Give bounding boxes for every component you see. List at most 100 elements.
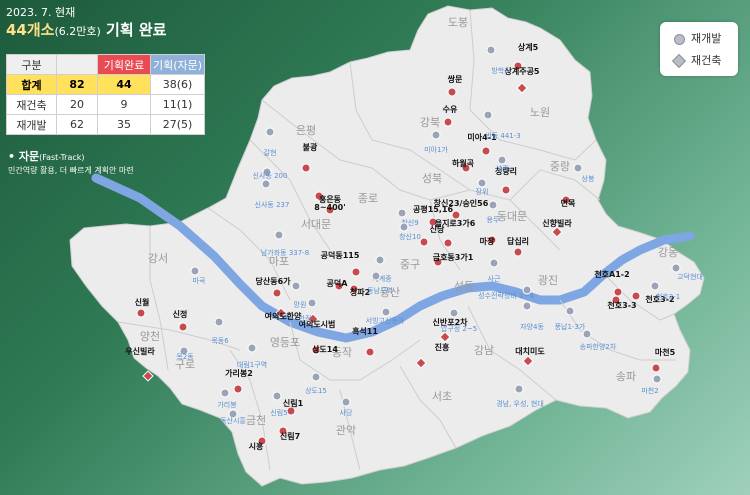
circle-icon [261,179,271,189]
district-label: 은평 [296,124,316,137]
site-label-advisory: 창신10 [399,232,421,241]
district-label: 동대문 [497,210,527,223]
district-label: 중랑 [550,160,570,173]
circle-icon [477,178,487,188]
circle-icon [497,155,507,165]
stats-cell-label: 재건축 [6,94,57,115]
legend-item-redevelopment: 재개발 [674,30,721,46]
site-label-advisory: 번동 441-3 [485,131,520,140]
district-label: 영등포 [270,336,300,349]
district-label: 성동 [454,280,474,293]
circle-icon [301,163,311,173]
site-label-done: 신향빌라 [542,218,572,228]
stats-cell-advisory: 11(1) [150,94,205,115]
stats-row-redevelopment: 재개발 62 35 27(5) [6,114,205,135]
site-label-advisory: 고덕현대 [677,272,703,281]
site-label-advisory: 경남, 우성, 현대 [496,399,544,408]
circle-icon [286,406,296,416]
site-label-done: 상도14 [312,344,338,354]
stats-cell-advisory: 38(6) [150,74,205,95]
district-label: 성북 [422,172,442,185]
site-label-done: 우신빌라 [125,346,155,356]
site-label-done: 천호A1-2 [594,269,629,279]
site-label-advisory: 상봉 [582,174,595,183]
circle-icon [486,45,496,55]
district-label: 종로 [358,192,378,205]
note-title: 자문 [18,150,40,163]
site-label-advisory: 독산시흥 [220,416,246,425]
site-label-done: 금호동3가1 [433,252,474,262]
stats-cell-total: 20 [56,94,98,115]
site-label-done: 공평15,16 [413,204,453,214]
circle-icon [214,317,224,327]
site-label-advisory: 석관 [496,164,509,173]
site-label-done: 면목 [561,198,576,208]
district-label: 서대문 [301,218,331,231]
page-title: 44개소(6.2만호) 기획 완료 [6,20,166,42]
district-label: 강동 [658,246,678,259]
site-label-advisory: 마곡 [193,276,206,285]
site-label-done: 공덕A [327,278,349,288]
site-label-advisory: 풍납1-3가 [555,322,586,331]
circle-icon [631,291,641,301]
district-label: 양천 [140,329,160,343]
site-label-done: 신림1 [283,398,304,408]
site-label-advisory: 사근 [488,274,501,283]
circle-icon [451,210,461,220]
site-label-done: 답십리 [507,236,529,246]
circle-icon [431,130,441,140]
site-label-done: 당산동6가 [255,276,291,286]
circle-icon [178,322,188,332]
site-label-advisory: 대림1구역 [237,360,267,369]
legend-item-reconstruction: 재건축 [671,52,721,69]
circle-icon [397,208,407,218]
site-label-done: 마장 [480,236,495,246]
stats-cell-done: 35 [97,114,151,135]
site-label-advisory: 목2동 [176,353,194,361]
site-label-done: 수유 [443,105,458,114]
title-sub: (6.2만호) [54,25,101,38]
circle-icon [419,237,429,247]
site-label-advisory: 마천2 [641,386,658,395]
legend-box: 재개발 재건축 [660,22,738,76]
circle-icon [311,372,321,382]
stats-header-advisory: 기획(자문) [150,54,205,75]
diamond-icon [671,53,687,69]
site-label-advisory: 가리봉 [217,400,237,409]
circle-icon [481,146,491,156]
circle-icon [272,288,282,298]
site-label-advisory: 미아1가 [424,145,448,154]
district-label: 중구 [400,258,420,271]
site-label-done: 상계5 [518,42,539,52]
stats-cell-label: 합계 [6,74,57,95]
circle-icon [488,200,498,210]
site-label-advisory: 압구정 2~5 [441,324,477,333]
stats-cell-done: 44 [97,74,151,95]
site-label-advisory: 합정 [299,314,312,323]
site-label-advisory: 상도15 [305,386,327,395]
circle-icon [573,163,583,173]
stats-cell-advisory: 27(5) [150,114,205,135]
site-label-done: 하월곡 [452,158,475,168]
stats-row-total: 합계 82 44 38(6) [6,74,205,95]
map-stage: 도봉 강북 노원 은평 성북 중랑 종로 서대문 동대문 마포 중구 성동 광진 강동 강서 양천 용산 송파 영등… [0,0,750,495]
site-label-done: 불광 [303,142,318,152]
fast-track-note: • 자문(Fast-Track) 민간역량 활용, 더 빠르게 계획안 마련 [8,150,134,175]
site-label-done: 신정 [173,309,188,319]
district-label: 광진 [538,274,558,287]
circle-icon [565,306,575,316]
title-count: 44개소 [6,21,55,39]
circle-icon [265,127,275,137]
circle-icon [650,281,660,291]
site-label-done: 8~400' [314,203,345,212]
site-label-done: 신림7 [280,431,300,441]
site-label-done: 신당 [430,224,445,234]
circle-icon [449,308,459,318]
circle-icon [489,258,499,268]
site-label-advisory: 천호3-1 [656,292,680,301]
site-label-advisory: 동남구역 [367,286,393,295]
district-label: 도봉 [448,16,468,29]
note-desc: 민간역량 활용, 더 빠르게 계획안 마련 [8,166,134,175]
site-label-advisory: 방학3 [491,66,508,75]
district-label: 강북 [420,116,440,129]
